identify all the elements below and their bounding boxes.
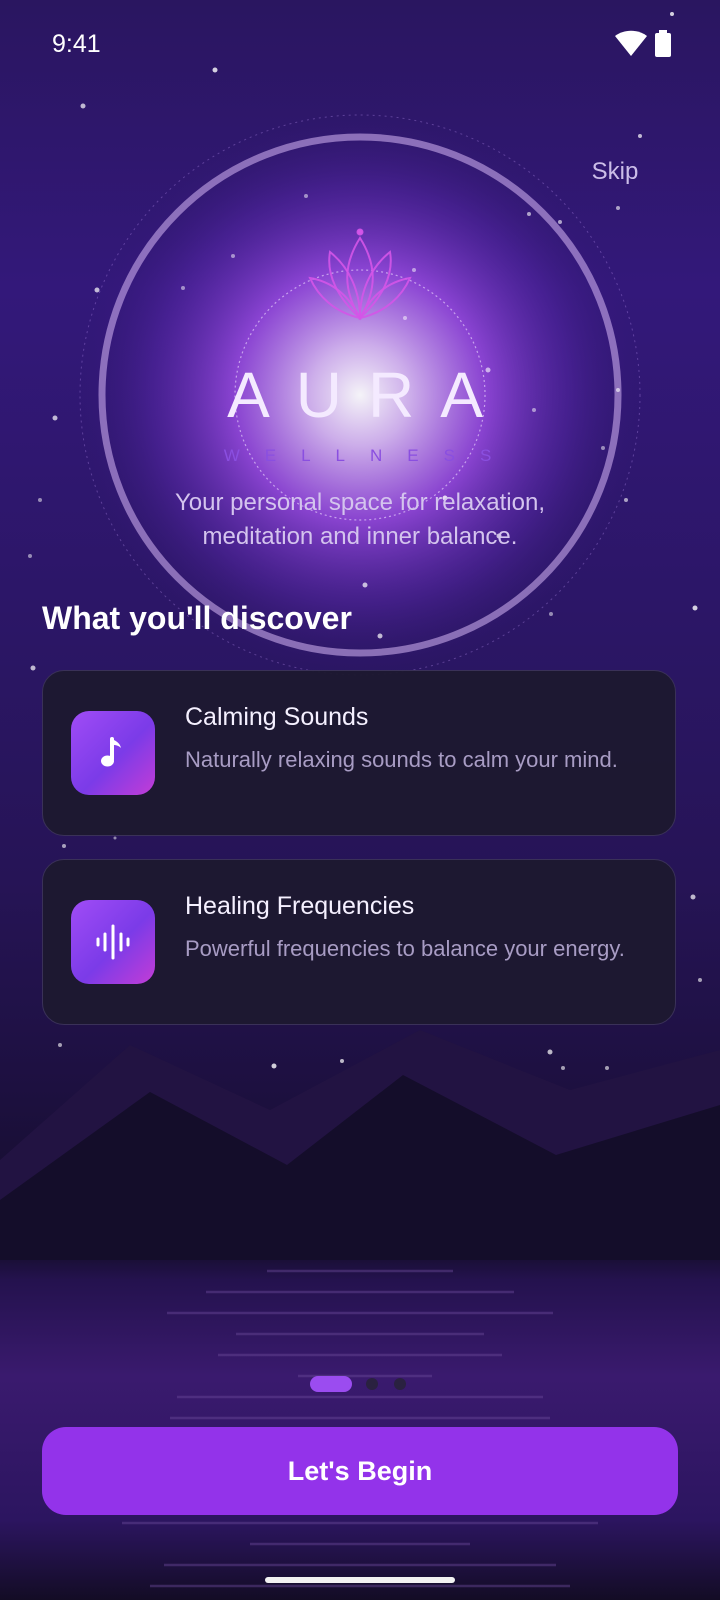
home-indicator[interactable] xyxy=(265,1577,455,1583)
battery-icon xyxy=(655,30,671,57)
sound-wave-icon xyxy=(96,924,130,960)
page-dot xyxy=(394,1378,406,1390)
feature-card-healing-frequencies[interactable]: Healing Frequencies Powerful frequencies… xyxy=(42,859,676,1025)
feature-icon-box xyxy=(71,900,155,984)
section-heading: What you'll discover xyxy=(42,600,352,636)
feature-description: Naturally relaxing sounds to calm your m… xyxy=(185,747,618,772)
status-bar: 9:41 xyxy=(0,0,720,90)
feature-description: Powerful frequencies to balance your ene… xyxy=(185,936,625,961)
tagline-line-1: Your personal space for relaxation, xyxy=(174,489,545,516)
page-indicator xyxy=(310,1376,420,1392)
lets-begin-button[interactable]: Let's Begin xyxy=(42,1427,678,1515)
app-subtitle: WELLNESS xyxy=(223,446,517,465)
feature-card-calming-sounds[interactable]: Calming Sounds Naturally relaxing sounds… xyxy=(42,670,676,836)
app-title: AURA xyxy=(227,359,509,431)
tagline: Your personal space for relaxation, medi… xyxy=(100,486,620,554)
feature-title: Calming Sounds xyxy=(185,703,369,731)
mountains xyxy=(0,1030,720,1260)
page-dot-active xyxy=(310,1376,352,1392)
status-time: 9:41 xyxy=(52,30,101,58)
wifi-icon xyxy=(615,30,647,56)
onboarding-screen: 9:41 Skip AURA WELLNESS Your personal sp… xyxy=(0,0,720,1600)
feature-title: Healing Frequencies xyxy=(185,892,415,920)
tagline-line-2: meditation and inner balance. xyxy=(202,523,518,550)
page-dot xyxy=(366,1378,378,1390)
skip-button[interactable]: Skip xyxy=(560,158,670,186)
feature-icon-box xyxy=(71,711,155,795)
music-note-icon xyxy=(101,737,121,767)
